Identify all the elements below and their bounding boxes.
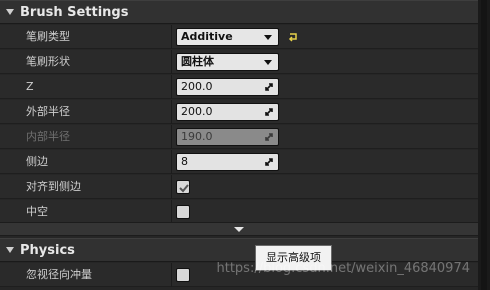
sides-label: 侧边 bbox=[26, 155, 48, 168]
outer-radius-input[interactable]: 200.0 bbox=[176, 103, 279, 121]
row-brush-type: 笔刷类型 Additive bbox=[0, 25, 478, 49]
brush-shape-label: 笔刷形状 bbox=[26, 55, 70, 68]
brush-type-label: 笔刷类型 bbox=[26, 30, 70, 43]
z-value: 200.0 bbox=[181, 80, 213, 93]
brush-shape-dropdown[interactable]: 圆柱体 bbox=[176, 53, 279, 71]
brush-type-dropdown[interactable]: Additive bbox=[176, 28, 279, 46]
outer-radius-value: 200.0 bbox=[181, 105, 213, 118]
resize-grip-icon bbox=[265, 158, 273, 166]
reset-to-default-icon[interactable] bbox=[287, 31, 299, 43]
section-title: Physics bbox=[20, 242, 75, 258]
show-advanced-expander[interactable] bbox=[0, 222, 478, 236]
outer-radius-label: 外部半径 bbox=[26, 105, 70, 118]
ignore-radial-impulse-label: 忽视径向冲量 bbox=[26, 268, 92, 281]
expand-down-icon bbox=[234, 227, 244, 232]
hollow-label: 中空 bbox=[26, 205, 48, 218]
chevron-down-icon bbox=[264, 60, 272, 65]
brush-settings-header[interactable]: Brush Settings bbox=[0, 0, 478, 24]
align-to-side-checkbox[interactable] bbox=[176, 180, 190, 194]
collapse-arrow-icon[interactable] bbox=[6, 247, 14, 253]
resize-grip-icon bbox=[265, 83, 273, 91]
resize-grip-icon bbox=[265, 108, 273, 116]
collapse-arrow-icon[interactable] bbox=[6, 9, 14, 15]
column-divider[interactable] bbox=[171, 25, 172, 49]
scrollbar-track[interactable] bbox=[481, 0, 487, 290]
row-outer-radius: 外部半径 200.0 bbox=[0, 100, 478, 124]
hollow-checkbox[interactable] bbox=[176, 205, 190, 219]
column-divider[interactable] bbox=[171, 75, 172, 99]
column-divider[interactable] bbox=[171, 150, 172, 174]
row-z: Z 200.0 bbox=[0, 75, 478, 99]
ignore-radial-impulse-checkbox[interactable] bbox=[176, 268, 190, 282]
column-divider[interactable] bbox=[171, 175, 172, 199]
chevron-down-icon bbox=[264, 35, 272, 40]
sides-input[interactable]: 8 bbox=[176, 153, 279, 171]
row-sides: 侧边 8 bbox=[0, 150, 478, 174]
z-label: Z bbox=[26, 80, 34, 93]
watermark: https://blog.csdn.net/weixin_46840974 bbox=[216, 261, 470, 276]
align-to-side-label: 对齐到侧边 bbox=[26, 180, 81, 193]
section-title: Brush Settings bbox=[20, 4, 129, 20]
row-brush-shape: 笔刷形状 圆柱体 bbox=[0, 50, 478, 74]
resize-grip-icon bbox=[265, 133, 273, 141]
row-inner-radius: 内部半径 190.0 bbox=[0, 125, 478, 149]
physics-header[interactable]: Physics bbox=[0, 238, 478, 262]
row-align-to-side: 对齐到侧边 bbox=[0, 175, 478, 199]
column-divider[interactable] bbox=[171, 50, 172, 74]
row-hollow: 中空 bbox=[0, 200, 478, 224]
z-input[interactable]: 200.0 bbox=[176, 78, 279, 96]
column-divider[interactable] bbox=[171, 263, 172, 287]
inner-radius-label: 内部半径 bbox=[26, 130, 70, 143]
column-divider[interactable] bbox=[171, 125, 172, 149]
brush-shape-value: 圆柱体 bbox=[181, 55, 214, 68]
sides-value: 8 bbox=[181, 155, 188, 168]
inner-radius-value: 190.0 bbox=[181, 130, 213, 143]
details-panel: Brush Settings 笔刷类型 Additive 笔刷形状 圆柱体 Z … bbox=[0, 0, 478, 290]
column-divider[interactable] bbox=[171, 200, 172, 224]
inner-radius-input: 190.0 bbox=[176, 128, 279, 146]
vertical-scrollbar[interactable] bbox=[478, 0, 490, 290]
brush-type-value: Additive bbox=[181, 30, 233, 43]
checkmark-icon bbox=[179, 184, 189, 193]
column-divider[interactable] bbox=[171, 100, 172, 124]
